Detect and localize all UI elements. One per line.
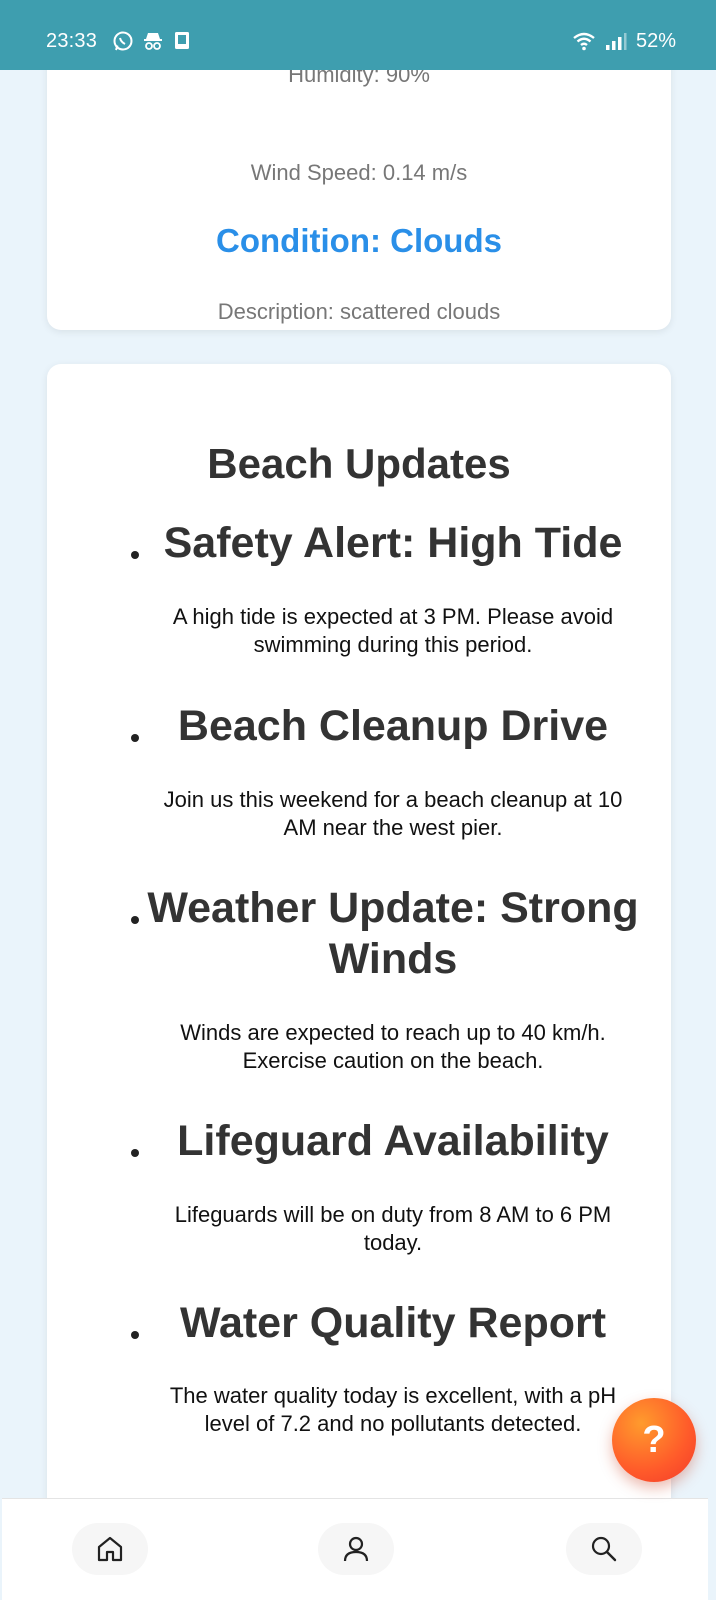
battery-level: 52% — [635, 29, 676, 52]
update-heading: Weather Update: Strong Winds — [147, 884, 639, 983]
update-heading: Lifeguard Availability — [177, 1117, 609, 1165]
update-heading: Safety Alert: High Tide — [163, 519, 623, 567]
nav-search-button[interactable] — [566, 1523, 642, 1575]
incognito-icon — [144, 33, 162, 50]
bullet-icon — [131, 551, 139, 559]
bullet-icon — [131, 1149, 139, 1157]
update-text: Lifeguards will be on duty from 8 AM to … — [174, 1202, 612, 1255]
whatsapp-icon — [113, 31, 133, 51]
bottom-nav — [2, 1498, 708, 1600]
user-icon — [343, 1536, 369, 1562]
help-button[interactable]: ? — [612, 1398, 696, 1482]
description-text: Description: scattered clouds — [217, 299, 501, 324]
status-time: 23:33 — [46, 30, 98, 52]
nav-home-button[interactable] — [72, 1523, 148, 1575]
wind-speed-text: Wind Speed: 0.14 m/s — [250, 160, 468, 185]
bullet-icon — [131, 734, 139, 742]
nav-profile-button[interactable] — [318, 1523, 394, 1575]
updates-title: Beach Updates — [207, 440, 511, 487]
search-icon — [591, 1536, 617, 1562]
update-heading: Water Quality Report — [179, 1299, 607, 1347]
system-icons: 52% — [572, 29, 676, 53]
signal-icon — [605, 33, 627, 50]
wifi-icon — [573, 32, 595, 51]
update-text: Winds are expected to reach up to 40 km/… — [180, 1020, 606, 1073]
beach-updates-card: Beach Updates Safety Alert: High Tide A … — [47, 364, 671, 1514]
tablet-icon — [175, 32, 189, 49]
update-text: Join us this weekend for a beach cleanup… — [163, 787, 623, 840]
notification-icons — [112, 30, 192, 52]
home-icon — [97, 1536, 123, 1562]
help-label: ? — [642, 1418, 666, 1461]
update-heading: Beach Cleanup Drive — [177, 702, 609, 750]
bullet-icon — [131, 1331, 139, 1339]
condition-text: Condition: Clouds — [216, 222, 502, 259]
update-text: The water quality today is excellent, wi… — [169, 1383, 617, 1436]
update-text: A high tide is expected at 3 PM. Please … — [172, 604, 614, 657]
bullet-icon — [131, 916, 139, 924]
weather-card: Humidity: 90% Wind Speed: 0.14 m/s Condi… — [47, 40, 671, 330]
status-bar: 23:33 52% — [0, 0, 716, 70]
